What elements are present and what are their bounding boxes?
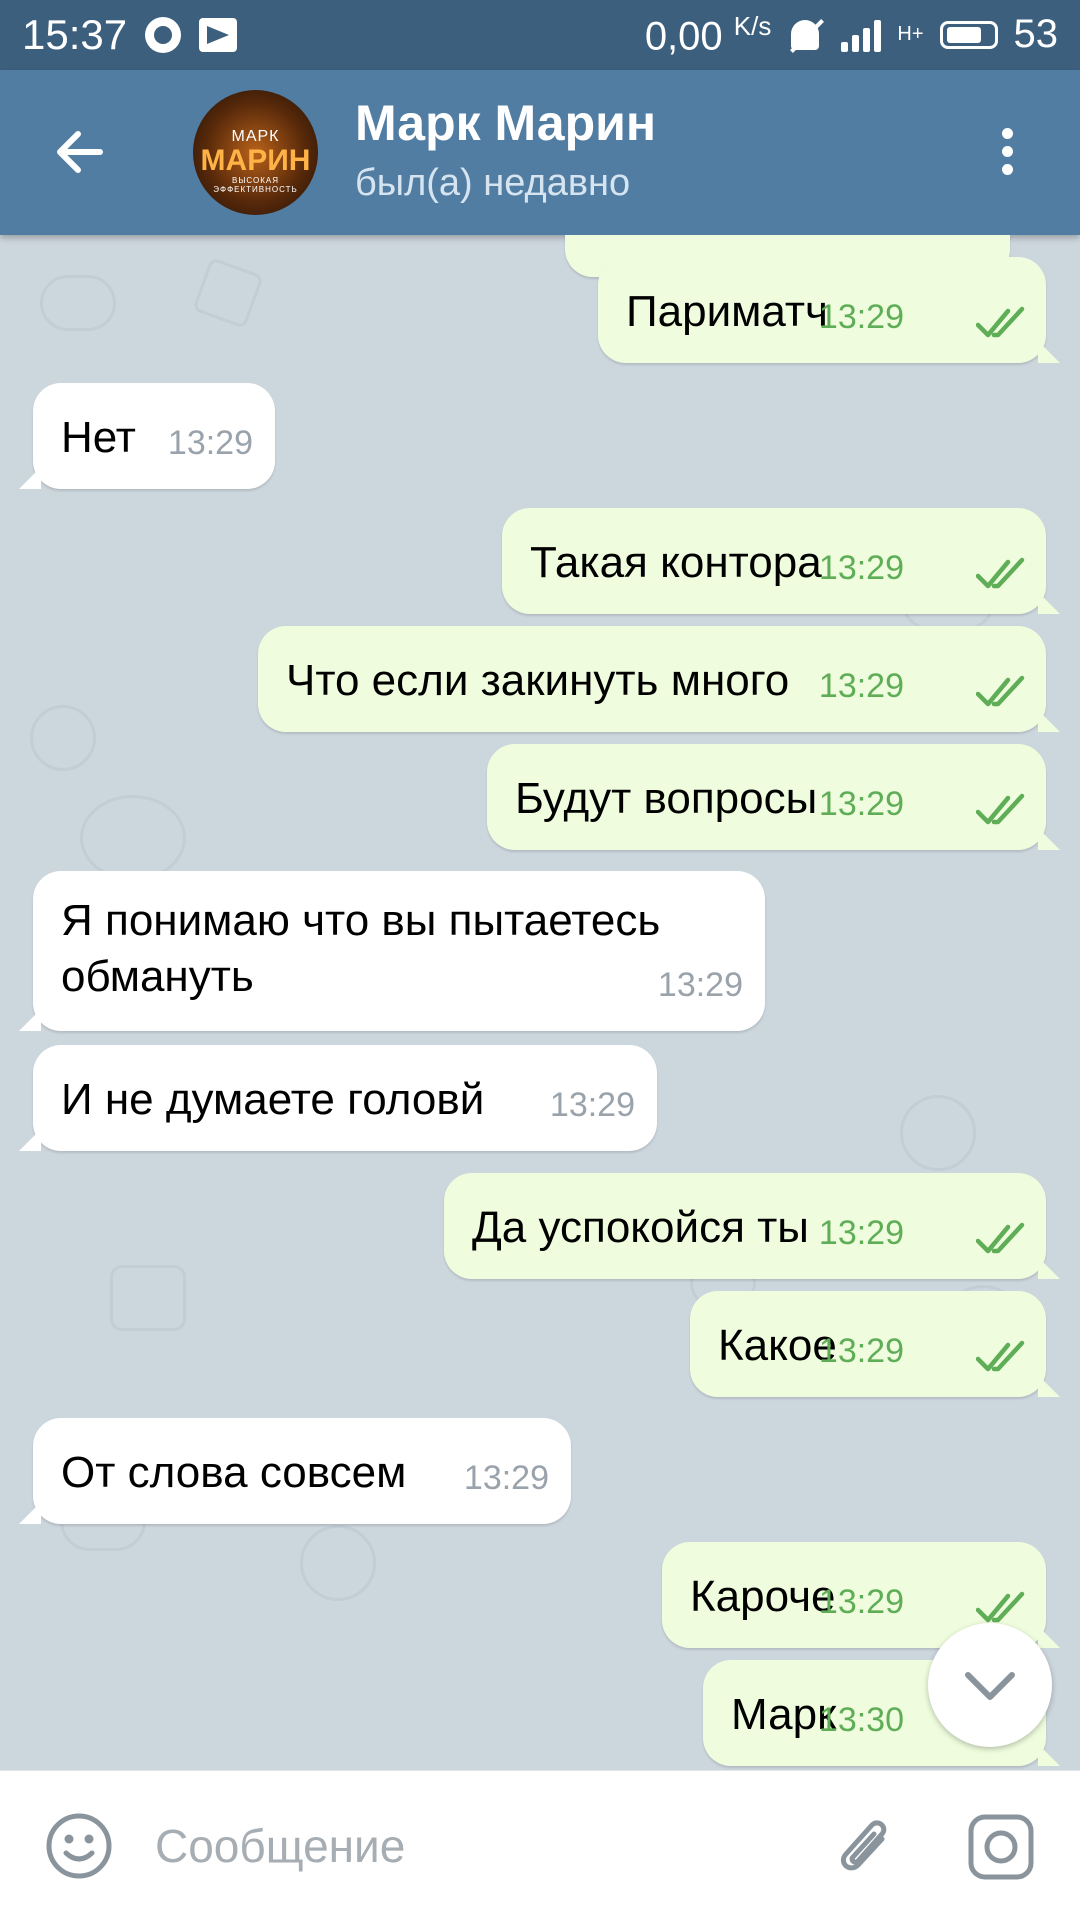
camera-icon [968, 1814, 1034, 1880]
muted-bell-icon [787, 16, 825, 54]
message-time: 13:29 [818, 298, 904, 336]
message-time: 13:29 [657, 966, 743, 1004]
message-time: 13:29 [818, 1583, 904, 1621]
more-vertical-icon [1001, 128, 1013, 139]
network-speed: 0,00 K/s [644, 10, 772, 59]
read-ticks-icon [976, 1222, 1025, 1254]
telegram-notification-icon [199, 18, 238, 52]
notification-app-icon [145, 17, 182, 53]
message-composer [0, 1770, 1080, 1921]
message-bubble-outgoing[interactable]: Будут вопросы 13:29 [487, 744, 1046, 850]
message-bubble-outgoing[interactable]: Да успокойся ты 13:29 [444, 1173, 1046, 1279]
chat-status: был(а) недавно [355, 162, 631, 204]
message-time: 13:29 [818, 1332, 904, 1370]
message-bubble-incoming[interactable]: От слова совсем 13:29 [33, 1418, 571, 1524]
attach-button[interactable] [830, 1809, 900, 1883]
chat-header: МАРК МАРИН ВЫСОКАЯ ЭФФЕКТИВНОСТЬ Марк Ма… [0, 70, 1080, 235]
message-list[interactable]: Париматч 13:29 Нет 13:29 Такая контора 1… [0, 235, 1080, 1770]
background-doodle [80, 795, 186, 881]
message-time: 13:29 [818, 549, 904, 587]
emoji-button[interactable] [44, 1811, 114, 1881]
background-doodle [30, 705, 96, 771]
message-input[interactable] [155, 1811, 775, 1881]
message-bubble-outgoing[interactable]: Что если закинуть много 13:29 [258, 626, 1046, 732]
background-doodle [300, 1525, 376, 1601]
message-time: 13:29 [818, 1214, 904, 1252]
message-bubble-incoming[interactable]: Я понимаю что вы пытаетесь обмануть 13:2… [33, 871, 765, 1031]
message-bubble-outgoing[interactable]: Такая контора 13:29 [502, 508, 1046, 614]
status-time: 15:37 [22, 11, 128, 58]
background-doodle [40, 275, 116, 331]
paperclip-icon [840, 1820, 887, 1871]
arrow-left-icon [57, 131, 103, 173]
message-time: 13:30 [818, 1701, 904, 1739]
read-ticks-icon [976, 675, 1025, 707]
read-ticks-icon [976, 557, 1025, 589]
avatar[interactable]: МАРК МАРИН ВЫСОКАЯ ЭФФЕКТИВНОСТЬ [193, 90, 318, 215]
read-ticks-icon [976, 1340, 1025, 1372]
read-ticks-icon [976, 1591, 1025, 1623]
camera-button[interactable] [965, 1811, 1037, 1883]
network-type: H+ [897, 23, 924, 46]
chevron-down-icon [965, 1672, 1015, 1700]
battery-icon [939, 20, 998, 49]
scroll-to-bottom-button[interactable] [928, 1623, 1052, 1747]
message-bubble-incoming[interactable]: Нет 13:29 [33, 383, 275, 489]
message-time: 13:29 [463, 1459, 549, 1497]
signal-icon [841, 18, 882, 52]
message-time: 13:29 [167, 424, 253, 462]
background-doodle [192, 257, 264, 329]
background-doodle [900, 1095, 976, 1171]
message-bubble-outgoing[interactable]: Какое 13:29 [690, 1291, 1046, 1397]
more-menu-button[interactable] [995, 122, 1019, 182]
read-ticks-icon [976, 306, 1025, 338]
background-doodle [110, 1265, 186, 1331]
message-bubble-incoming[interactable]: И не думаете головй 13:29 [33, 1045, 657, 1151]
message-time: 13:29 [818, 667, 904, 705]
message-bubble-outgoing[interactable]: Париматч 13:29 [598, 257, 1046, 363]
chat-title[interactable]: Марк Марин [355, 94, 656, 152]
message-time: 13:29 [818, 785, 904, 823]
status-bar: 15:37 0,00 K/s H+ 53 [0, 0, 1080, 70]
read-ticks-icon [976, 793, 1025, 825]
battery-level: 53 [1013, 12, 1059, 57]
smile-icon [46, 1813, 112, 1879]
message-time: 13:29 [549, 1086, 635, 1124]
back-button[interactable] [50, 122, 110, 182]
